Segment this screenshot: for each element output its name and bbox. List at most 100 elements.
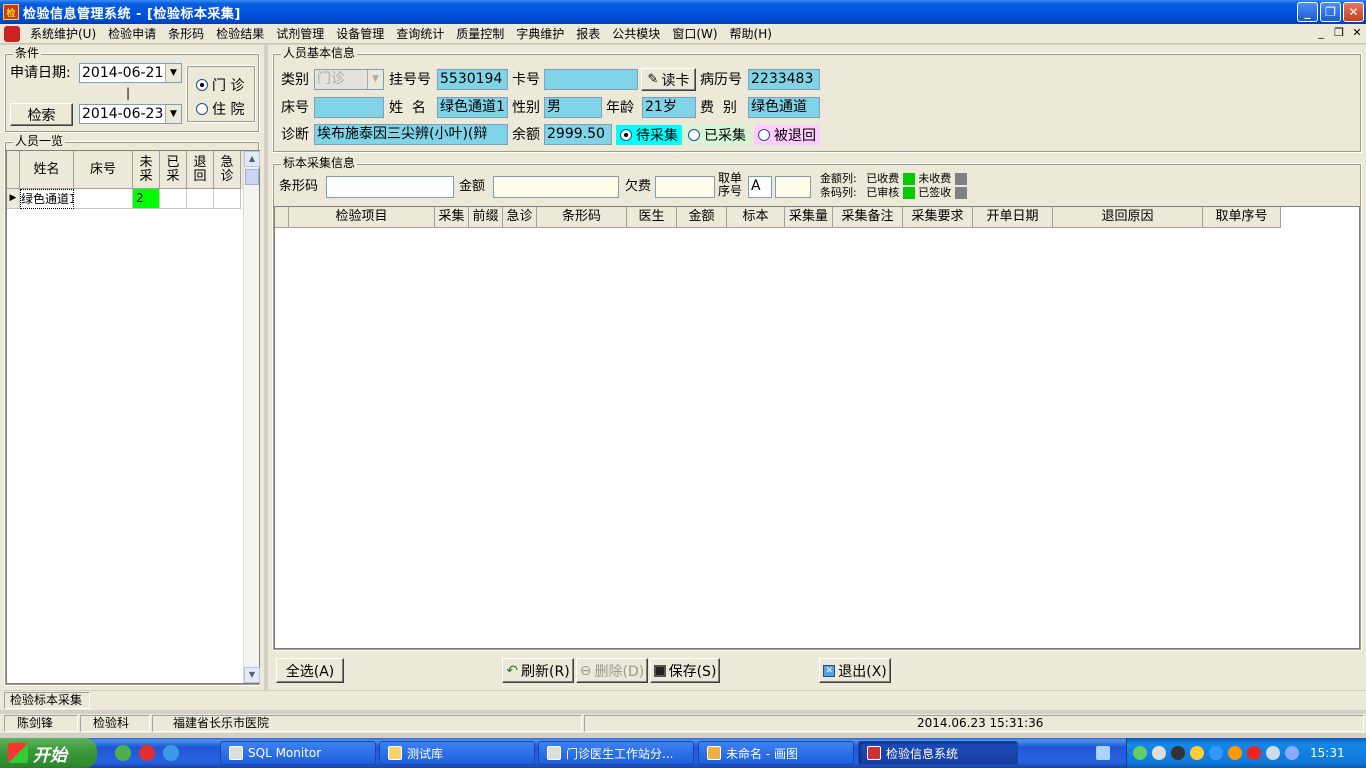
restore-button[interactable]: ❐ [1320,2,1341,22]
menu-request[interactable]: 检验申请 [102,24,162,44]
radio-collected[interactable]: 已采集 [684,125,750,145]
radio-pending[interactable]: 待采集 [616,125,682,145]
tray-icon-1[interactable] [1133,746,1147,760]
tray-icon-3[interactable] [1171,746,1185,760]
col-barcode[interactable]: 条形码 [537,207,627,228]
tray-icon-4[interactable] [1190,746,1204,760]
col-collect-req[interactable]: 采集要求 [903,207,973,228]
menu-reagent[interactable]: 试剂管理 [270,24,330,44]
cell-not-collected[interactable]: 2 [133,189,160,209]
col-collect[interactable]: 采集 [435,207,469,228]
reg-no-field[interactable]: 5530194 [437,69,508,90]
delete-button[interactable]: ⊖ 删除(D) [576,658,648,683]
col-returned[interactable]: 退回 [187,151,214,189]
col-not-collected[interactable]: 未采 [133,151,160,189]
age-field[interactable]: 21岁 [642,97,696,118]
card-no-field[interactable] [544,69,638,90]
task-outpatient[interactable]: 门诊医生工作站分... [538,741,694,765]
order-no-field[interactable] [775,176,811,198]
menu-quality[interactable]: 质量控制 [450,24,510,44]
menu-help[interactable]: 帮助(H) [724,24,778,44]
radio-inpatient[interactable]: 住 院 [196,99,244,119]
menu-barcode[interactable]: 条形码 [162,24,210,44]
cell-returned[interactable] [187,189,214,209]
media-icon[interactable] [139,745,155,761]
person-grid-scrollbar[interactable]: ▲ ▼ [243,151,260,683]
scroll-down-icon[interactable]: ▼ [244,667,260,683]
col-prefix[interactable]: 前缀 [469,207,503,228]
close-button[interactable]: ✕ [1343,2,1364,22]
menu-result[interactable]: 检验结果 [210,24,270,44]
task-lab-system[interactable]: 检验信息系统 [858,741,1018,765]
browser-icon[interactable] [163,745,179,761]
menu-system[interactable]: 系统维护(U) [24,24,102,44]
tray-icon-9[interactable] [1285,746,1299,760]
select-all-button[interactable]: 全选(A) [276,658,344,683]
tray-icon-5[interactable] [1209,746,1223,760]
chevron-down-icon[interactable]: ▼ [367,70,383,89]
radio-outpatient[interactable]: 门 诊 [196,75,244,95]
col-collected[interactable]: 已采 [160,151,187,189]
menu-window[interactable]: 窗口(W) [666,24,723,44]
owe-field[interactable] [655,176,715,198]
col-collect-note[interactable]: 采集备注 [833,207,903,228]
col-urgent[interactable]: 急诊 [214,151,241,189]
menu-dictionary[interactable]: 字典维护 [510,24,570,44]
date-from-input[interactable]: 2014-06-21 ▼ [79,63,182,83]
language-icon[interactable] [1096,746,1110,760]
type-select[interactable]: 门诊 ▼ [314,69,384,90]
col-doctor[interactable]: 医生 [627,207,677,228]
col-collect-amount[interactable]: 采集量 [785,207,833,228]
menu-report[interactable]: 报表 [570,24,606,44]
tray-icon-6[interactable] [1228,746,1242,760]
menu-device[interactable]: 设备管理 [330,24,390,44]
order-prefix-field[interactable]: A [748,176,772,198]
cell-bed[interactable] [74,189,133,209]
barcode-input[interactable] [326,176,454,198]
start-button[interactable]: 开始 [0,738,97,768]
col-name[interactable]: 姓名 [20,151,74,189]
search-button[interactable]: 检索 [10,103,73,126]
chevron-down-icon[interactable]: ▼ [165,105,181,123]
balance-field[interactable]: 2999.50 [544,124,612,145]
cell-name[interactable]: 绿色通道1 [20,189,74,209]
ie-icon[interactable] [115,745,131,761]
col-return-reason[interactable]: 退回原因 [1053,207,1203,228]
chevron-down-icon[interactable]: ▼ [165,64,181,82]
save-button[interactable]: 保存(S) [650,658,720,683]
table-row[interactable]: ▶ 绿色通道1 2 [7,189,259,209]
radio-returned[interactable]: 被退回 [754,125,820,145]
read-card-button[interactable]: ✎ 读卡 [641,68,696,91]
task-paint[interactable]: 未命名 - 画图 [698,741,854,765]
task-sql-monitor[interactable]: SQL Monitor [220,741,376,765]
scroll-thumb[interactable] [245,169,259,185]
diag-field[interactable]: 埃布施泰因三尖辨(小叶)(辩 [314,124,508,145]
app-menu-icon[interactable] [4,25,20,42]
mdi-tab[interactable]: 检验标本采集 [4,692,90,709]
mdi-close-button[interactable]: ✕ [1350,26,1364,39]
task-test-db[interactable]: 测试库 [379,741,535,765]
mdi-minimize-button[interactable]: _ [1314,26,1328,39]
amount-field[interactable] [493,176,619,198]
col-test-item[interactable]: 检验项目 [289,207,435,228]
col-bed[interactable]: 床号 [74,151,133,189]
col-urgent[interactable]: 急诊 [503,207,537,228]
col-amount[interactable]: 金额 [677,207,727,228]
tray-icon-7[interactable] [1247,746,1261,760]
refresh-button[interactable]: ↶ 刷新(R) [502,658,574,683]
minimize-button[interactable]: _ [1297,2,1318,22]
tray-icon-2[interactable] [1152,746,1166,760]
shield-icon[interactable] [1266,746,1280,760]
name-field[interactable]: 绿色通道1 [437,97,508,118]
mdi-restore-button[interactable]: ❐ [1332,26,1346,39]
col-order-date[interactable]: 开单日期 [973,207,1053,228]
menu-query[interactable]: 查询统计 [390,24,450,44]
exit-button[interactable]: ✕ 退出(X) [819,658,891,683]
sex-field[interactable]: 男 [544,97,602,118]
fee-field[interactable]: 绿色通道 [748,97,820,118]
col-order-seq[interactable]: 取单序号 [1203,207,1281,228]
menu-common[interactable]: 公共模块 [606,24,666,44]
scroll-up-icon[interactable]: ▲ [244,151,260,167]
cell-collected[interactable] [160,189,187,209]
record-no-field[interactable]: 2233483 [748,69,820,90]
